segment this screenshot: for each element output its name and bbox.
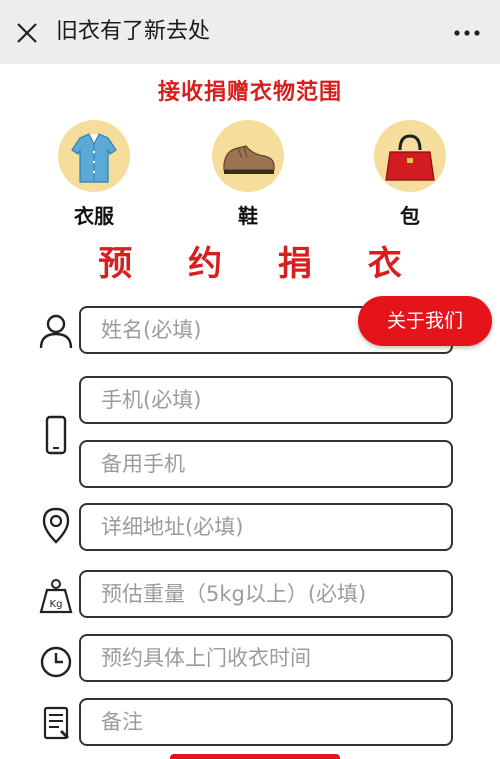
notes-icon bbox=[38, 704, 74, 744]
category-bags: 包 bbox=[370, 120, 450, 229]
more-options-icon[interactable] bbox=[452, 20, 482, 46]
submit-button-edge[interactable] bbox=[170, 754, 340, 759]
time-input[interactable] bbox=[81, 636, 451, 680]
notes-input[interactable] bbox=[81, 700, 451, 744]
backup-phone-field[interactable] bbox=[79, 440, 453, 488]
page-title: 旧衣有了新去处 bbox=[56, 19, 211, 44]
close-icon[interactable] bbox=[14, 20, 40, 46]
address-field[interactable] bbox=[79, 503, 453, 551]
title-bar: 旧衣有了新去处 bbox=[0, 0, 500, 64]
category-shoes: 鞋 bbox=[208, 120, 288, 229]
location-pin-icon bbox=[38, 506, 74, 546]
handbag-icon bbox=[374, 120, 446, 192]
weight-icon-text: Kg bbox=[50, 599, 63, 610]
page-content: 接收捐赠衣物范围 衣服 鞋 包 预 约 捐 衣 姓名(必填) 手机(必填) 备用… bbox=[0, 64, 500, 759]
about-us-button[interactable]: 关于我们 bbox=[358, 296, 492, 346]
category-clothes: 衣服 bbox=[54, 120, 134, 229]
donation-scope-heading: 接收捐赠衣物范围 bbox=[157, 80, 342, 105]
phone-icon bbox=[38, 415, 74, 455]
person-icon bbox=[38, 312, 74, 352]
shirt-icon bbox=[58, 120, 130, 192]
category-label: 鞋 bbox=[238, 204, 258, 228]
phone-input[interactable] bbox=[81, 378, 451, 422]
backup-phone-input[interactable] bbox=[81, 442, 451, 486]
address-input[interactable] bbox=[81, 505, 451, 549]
phone-field[interactable] bbox=[79, 376, 453, 424]
clock-icon bbox=[38, 642, 74, 682]
form-title: 预 约 捐 衣 bbox=[98, 244, 424, 284]
weight-field[interactable] bbox=[79, 570, 453, 618]
shoe-icon bbox=[212, 120, 284, 192]
weight-input[interactable] bbox=[81, 572, 451, 616]
notes-field[interactable] bbox=[79, 698, 453, 746]
category-label: 衣服 bbox=[74, 204, 114, 228]
time-field[interactable] bbox=[79, 634, 453, 682]
category-label: 包 bbox=[400, 204, 420, 228]
weight-icon: Kg bbox=[38, 576, 74, 616]
